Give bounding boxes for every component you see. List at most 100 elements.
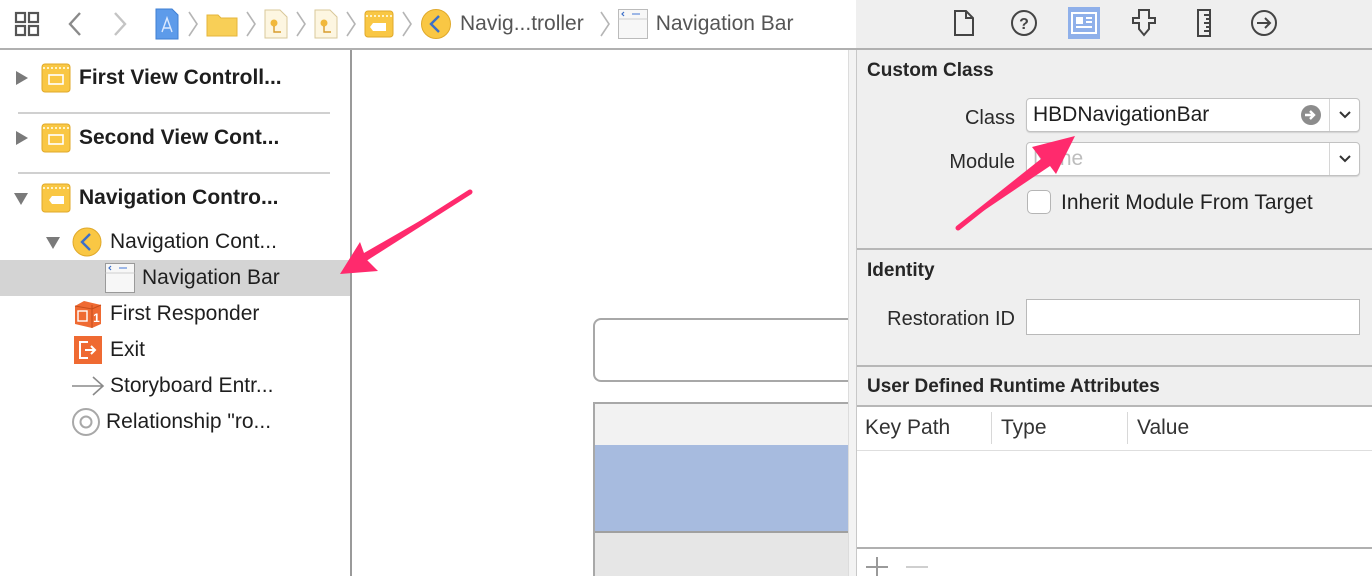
module-combo-box[interactable] [1026,142,1360,176]
class-label: Class [964,107,1015,129]
outline-item-navigation-controller[interactable]: Navigation Cont... [0,224,350,260]
outline-label: Storyboard Entr... [110,374,274,397]
breadcrumb-separator-icon [246,11,256,37]
attributes-slider-icon [1132,9,1156,37]
inspector-selector-bar: ? [856,0,1372,50]
entry-arrow-icon [72,376,105,396]
remove-attribute-button[interactable] [905,555,929,576]
column-header-type[interactable]: Type [1001,407,1047,451]
outline-item-exit[interactable]: Exit [0,332,350,368]
inherit-module-checkbox[interactable] [1027,190,1051,214]
tab-connections-inspector[interactable] [1248,7,1280,39]
storyboard-file-icon [314,9,338,39]
class-combo-box[interactable] [1026,98,1360,132]
outline-item-second-view-controller-scene[interactable]: Second View Cont... [0,120,350,156]
tab-attributes-inspector[interactable] [1128,7,1160,39]
svg-text:?: ? [1019,16,1029,33]
outline-item-navigation-controller-scene[interactable]: Navigation Contro... [0,180,350,216]
disclosure-triangle-icon[interactable] [14,193,28,205]
relationship-icon [72,408,100,436]
column-divider[interactable] [991,412,992,444]
column-header-key-path[interactable]: Key Path [865,407,950,451]
tab-size-inspector[interactable] [1188,7,1220,39]
breadcrumb-separator-icon [346,11,356,37]
question-icon: ? [1011,10,1037,36]
nav-forward-button[interactable] [103,8,137,40]
table-header: Key Path Type Value [857,407,1372,451]
disclosure-triangle-icon[interactable] [46,237,60,249]
outline-label: First Responder [110,302,260,325]
navigation-controller-icon [72,227,102,257]
document-outline: First View Controll... Second View Cont.… [0,50,350,576]
folder-icon [206,14,238,37]
inherit-module-label: Inherit Module From Target [1061,191,1313,214]
scene-icon [364,10,394,38]
disclosure-triangle-icon[interactable] [16,71,28,85]
breadcrumb-storyboard-2[interactable] [314,5,338,43]
add-attribute-button[interactable] [865,555,889,576]
breadcrumb-folder[interactable] [206,5,238,43]
navigation-controller-icon [421,9,451,39]
module-dropdown-button[interactable] [1329,143,1359,175]
chevron-right-icon [114,12,127,36]
breadcrumb-project[interactable] [154,5,180,43]
identity-inspector: Custom Class Class Module Inherit Module… [856,50,1372,576]
outline-label: Relationship "ro... [106,410,272,433]
section-title-runtime-attributes: User Defined Runtime Attributes [867,376,1160,397]
view-controller-scene-icon [41,63,71,93]
xcode-project-icon [155,8,179,40]
breadcrumb-separator-icon [188,11,198,37]
runtime-attributes-table[interactable]: Key Path Type Value [857,405,1372,547]
column-divider[interactable] [1127,412,1128,444]
restoration-id-field[interactable] [1026,299,1360,335]
column-header-value[interactable]: Value [1137,407,1189,451]
breadcrumb-navigation-bar[interactable]: Navigation Bar [617,5,794,43]
document-icon [954,10,974,36]
svg-text:1: 1 [93,311,100,325]
outline-item-first-view-controller-scene[interactable]: First View Controll... [0,60,350,96]
navigation-bar-preview[interactable] [595,445,849,533]
navigation-controller-scene-icon [41,183,71,213]
jump-bar: Navig...troller Navigation Bar [0,0,856,50]
breadcrumb-navigation-controller[interactable]: Navig...troller [420,5,584,43]
section-title-custom-class: Custom Class [867,60,994,81]
navigation-bar-icon [617,9,648,39]
section-title-identity: Identity [867,260,935,281]
tab-quick-help-inspector[interactable]: ? [1008,7,1040,39]
navigation-controller-scene-preview[interactable] [593,402,849,576]
breadcrumb-label: Navig...troller [460,12,584,35]
view-controller-scene-icon [41,123,71,153]
outline-item-relationship[interactable]: Relationship "ro... [0,404,350,440]
exit-icon [74,336,102,364]
outline-item-first-responder[interactable]: 1 First Responder [0,296,350,332]
restoration-id-input[interactable] [1027,300,1359,334]
outline-label: Exit [110,338,146,361]
breadcrumb-scene[interactable] [364,5,394,43]
related-items-button[interactable] [10,8,44,40]
runtime-attributes-footer [857,547,1372,576]
module-input[interactable] [1033,145,1293,173]
module-label: Module [949,151,1015,173]
outline-label: First View Controll... [79,66,282,89]
breadcrumb-separator-icon [296,11,306,37]
go-to-class-arrow-icon[interactable] [1301,105,1321,125]
section-divider [857,248,1372,250]
tab-file-inspector[interactable] [948,7,980,39]
scene-dock[interactable] [593,318,855,382]
class-dropdown-button[interactable] [1329,99,1359,131]
class-input[interactable] [1033,101,1293,129]
outline-item-navigation-bar[interactable]: Navigation Bar [0,260,350,296]
canvas-scrollbar[interactable] [848,50,856,576]
disclosure-triangle-icon[interactable] [16,131,28,145]
tab-identity-inspector[interactable] [1068,7,1100,39]
breadcrumb-storyboard-1[interactable] [264,5,288,43]
status-bar-area [595,404,849,445]
breadcrumb-label: Navigation Bar [655,12,794,35]
outline-item-storyboard-entry-point[interactable]: Storyboard Entr... [0,368,350,404]
breadcrumb: Navig...troller Navigation Bar [154,5,793,43]
nav-back-button[interactable] [58,8,92,40]
navigation-bar-icon [105,263,135,293]
restoration-id-label: Restoration ID [887,308,1015,330]
outline-label: Navigation Cont... [110,230,277,253]
grid-icon [14,11,40,37]
